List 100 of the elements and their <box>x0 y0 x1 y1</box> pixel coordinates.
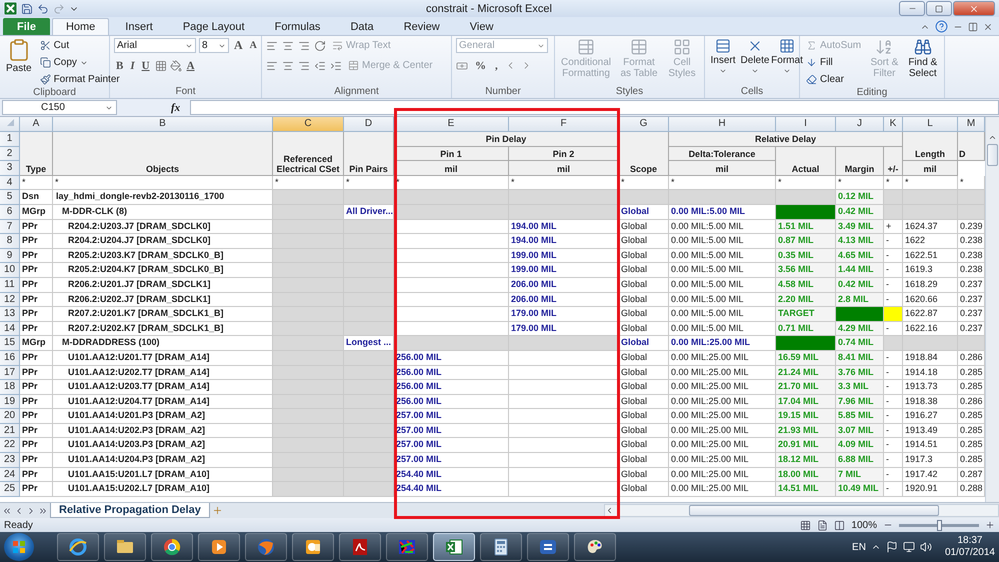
first-sheet-icon[interactable] <box>2 506 12 516</box>
column-header[interactable]: F <box>509 117 619 132</box>
paste-button[interactable]: Paste <box>4 38 34 74</box>
column-header[interactable]: K <box>884 117 903 132</box>
row-header[interactable]: 15 <box>0 336 20 351</box>
row-header[interactable]: 16 <box>0 350 20 366</box>
speaker-icon[interactable] <box>920 541 932 553</box>
column-header[interactable]: D <box>344 117 394 132</box>
start-button[interactable] <box>4 533 34 561</box>
align-left-icon[interactable] <box>266 60 278 72</box>
underline-button[interactable]: U <box>140 58 152 73</box>
row-header[interactable]: 10 <box>0 263 20 278</box>
ribbon-tab[interactable]: Data <box>336 18 388 35</box>
column-header[interactable]: M <box>958 117 985 132</box>
shrink-font-button[interactable]: A <box>248 38 259 53</box>
ribbon-tab[interactable]: Review <box>390 18 454 35</box>
ribbon-tab[interactable]: File <box>3 18 50 35</box>
align-center-icon[interactable] <box>282 60 294 72</box>
row-header[interactable]: 24 <box>0 468 20 482</box>
help-icon[interactable] <box>935 20 948 33</box>
column-header[interactable]: L <box>903 117 958 132</box>
clipboard-button[interactable]: Format Painter <box>38 72 122 87</box>
row-header[interactable]: 20 <box>0 409 20 424</box>
last-sheet-icon[interactable] <box>38 506 48 516</box>
row-header[interactable]: 2 <box>0 146 20 162</box>
page-layout-icon[interactable] <box>817 520 828 530</box>
column-header[interactable]: G <box>619 117 669 132</box>
ribbon-tab[interactable]: View <box>456 18 508 35</box>
row-header[interactable]: 21 <box>0 424 20 438</box>
clipboard-button[interactable]: Copy <box>38 55 90 70</box>
row-header[interactable]: 19 <box>0 394 20 410</box>
column-header[interactable]: H <box>669 117 776 132</box>
filter-cell[interactable]: * <box>836 176 884 190</box>
editing-button[interactable]: Fill <box>804 55 835 70</box>
row-header[interactable]: 7 <box>0 220 20 234</box>
taskbar-button[interactable] <box>433 533 475 561</box>
scrollbar-thumb[interactable] <box>987 144 998 166</box>
row-header[interactable]: 5 <box>0 190 20 205</box>
language-indicator[interactable]: EN <box>852 542 866 552</box>
row-header[interactable]: 1 <box>0 132 20 147</box>
column-header[interactable]: C <box>273 117 344 132</box>
maximize-button[interactable] <box>926 1 952 16</box>
clock[interactable]: 18:37 01/07/2014 <box>944 535 995 559</box>
zoom-slider-thumb[interactable] <box>937 520 942 530</box>
fill-bucket-icon[interactable] <box>170 60 182 72</box>
filter-cell[interactable]: * <box>776 176 836 190</box>
page-break-icon[interactable] <box>834 520 846 530</box>
cells-button[interactable]: Format <box>773 38 801 75</box>
cells-button[interactable]: Insert <box>709 38 737 75</box>
column-header[interactable]: J <box>836 117 884 132</box>
app-logo-icon[interactable] <box>4 2 17 15</box>
normal-view-icon[interactable] <box>800 520 812 530</box>
cells-button[interactable]: Delete <box>741 38 769 75</box>
outdent-icon[interactable] <box>314 60 326 72</box>
close-icon[interactable] <box>983 22 993 32</box>
row-header[interactable]: 11 <box>0 278 20 293</box>
filter-cell[interactable]: * <box>958 176 985 190</box>
percent-button[interactable]: % <box>473 58 488 73</box>
editing-button[interactable]: Clear <box>804 72 846 87</box>
row-header[interactable]: 18 <box>0 380 20 395</box>
column-header[interactable]: I <box>776 117 836 132</box>
filter-cell[interactable]: * <box>669 176 776 190</box>
scroll-left-icon[interactable] <box>605 506 614 515</box>
orientation-icon[interactable] <box>314 40 326 52</box>
name-box[interactable]: C150 <box>2 100 117 115</box>
scroll-up-icon[interactable] <box>988 133 997 142</box>
font-field[interactable]: Arial <box>114 38 196 53</box>
row-header[interactable]: 17 <box>0 366 20 380</box>
clipboard-button[interactable]: Cut <box>38 38 72 53</box>
filter-cell[interactable]: * <box>344 176 394 190</box>
indent-icon[interactable] <box>330 60 342 72</box>
currency-icon[interactable] <box>456 60 468 72</box>
close-button[interactable] <box>953 1 995 16</box>
filter-cell[interactable]: * <box>619 176 669 190</box>
row-header[interactable]: 14 <box>0 322 20 336</box>
formula-input[interactable] <box>190 100 999 115</box>
grow-font-button[interactable]: A <box>232 38 245 53</box>
ribbon-tab[interactable]: Insert <box>111 18 167 35</box>
network-icon[interactable] <box>902 541 915 553</box>
align-middle-icon[interactable] <box>282 40 294 52</box>
restore-icon[interactable] <box>968 22 978 32</box>
filter-cell[interactable]: * <box>509 176 619 190</box>
function-label[interactable]: fx <box>121 102 186 114</box>
align-bottom-icon[interactable] <box>298 40 310 52</box>
row-header[interactable]: 4 <box>0 176 20 190</box>
editing-button[interactable]: Find & Select <box>906 38 940 79</box>
row-header[interactable]: 6 <box>0 204 20 220</box>
filter-cell[interactable]: * <box>884 176 903 190</box>
flag-icon[interactable] <box>886 541 898 553</box>
comma-style-button[interactable]: , <box>493 58 500 73</box>
ribbon-tab[interactable]: Formulas <box>260 18 334 35</box>
font-size-field[interactable]: 8 <box>199 38 229 53</box>
filter-cell[interactable]: * <box>273 176 344 190</box>
minimize-button[interactable] <box>899 1 925 16</box>
filter-cell[interactable]: * <box>903 176 958 190</box>
column-header[interactable]: A <box>20 117 53 132</box>
align-right-icon[interactable] <box>298 60 310 72</box>
save-icon[interactable] <box>21 2 33 14</box>
row-header[interactable]: 9 <box>0 248 20 264</box>
zoom-in-icon[interactable] <box>985 520 995 530</box>
